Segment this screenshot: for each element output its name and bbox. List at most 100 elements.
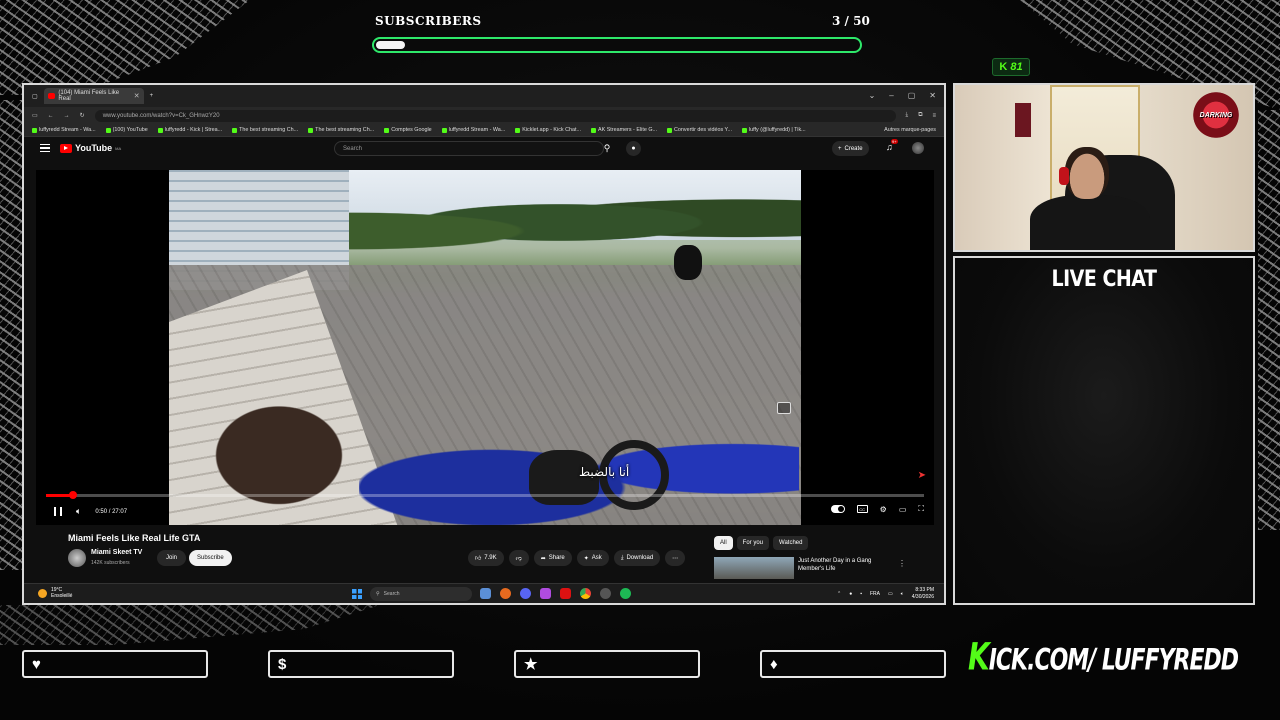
bookmark-item[interactable]: Comptes Google [384,127,432,133]
fullscreen-icon[interactable]: ⛶ [918,504,924,514]
filter-chip[interactable]: For you [736,536,770,550]
close-tab-icon[interactable]: ✕ [134,92,140,100]
file-explorer-icon[interactable] [480,588,491,599]
video-frame[interactable]: أنا بالضبط [169,170,801,525]
chrome-icon[interactable] [580,588,591,599]
language-indicator[interactable]: FRA [870,591,880,597]
video-player[interactable]: أنا بالضبط ➤ 🔈︎ 0:50 / 27:07 CC ⚙ ▭ ⛶ [36,170,934,525]
bookmark-item[interactable]: Convertir des vidéos Y... [667,127,732,133]
firefox-icon[interactable] [500,588,511,599]
filter-chip[interactable]: All [714,536,733,550]
channel-name[interactable]: Miami Skeet TV [91,549,142,556]
channel-avatar[interactable] [68,549,86,567]
subscribers-label: SUBSCRIBERS [375,14,482,28]
ask-button[interactable]: ✦ Ask [576,550,609,566]
video-scrubber[interactable] [69,491,78,499]
sketch-art-left [0,100,22,570]
weather-widget[interactable]: 19°C Ensoleillé [38,587,72,599]
bookmark-item[interactable]: Kicklet.app - Kick Chat... [515,127,581,133]
stream-overlay: SUBSCRIBERS 3 / 50 K 81 ▢ (104) Miami Fe… [0,0,1280,720]
forward-icon[interactable]: → [64,113,70,119]
miniplayer-icon[interactable] [777,402,791,414]
pause-icon[interactable] [54,507,62,516]
maximize-icon[interactable]: ▢ [908,91,916,100]
app-icon[interactable] [540,588,551,599]
webcam-feed: DARKING [953,83,1255,252]
bookmark-favicon-icon [308,127,314,133]
tray-app-icon[interactable]: ▪ [860,591,862,597]
recommended-video-thumbnail[interactable] [714,557,794,579]
url-field[interactable]: www.youtube.com/watch?v=Ck_GHnwzY20 [94,109,896,122]
share-button[interactable]: ➦ Share [533,550,572,566]
discord-icon[interactable] [520,588,531,599]
youtube-search-input[interactable]: Search [334,141,604,156]
spotify-icon[interactable] [620,588,631,599]
obs-icon[interactable] [600,588,611,599]
speaker-icon[interactable]: 🔈︎ [901,591,904,597]
dislike-button[interactable]: 👎︎ [508,550,529,566]
tab-title: (104) Miami Feels Like Real [58,90,120,102]
hamburger-menu-icon[interactable] [40,144,50,152]
sketch-art-bottom-left [0,605,380,645]
settings-gear-icon[interactable]: ⚙ [880,505,887,514]
bookmark-label: luffy (@luffyredd) | Tik... [748,127,806,133]
bookmark-item[interactable]: AK Streamers - Elite G... [591,127,657,133]
menu-icon[interactable]: ≡ [932,113,936,119]
sun-icon [38,588,47,598]
join-button[interactable]: Join [157,550,187,566]
extensions-icon[interactable]: ⧉ [918,112,922,119]
tab-menu-icon[interactable]: ▢ [32,93,38,100]
weather-desc: Ensoleillé [51,593,73,599]
minimize-icon[interactable]: – [889,91,893,100]
recommended-more-icon[interactable]: ⋮ [898,559,906,568]
video-progress-bar[interactable] [46,491,924,499]
browser-tab-youtube[interactable]: (104) Miami Feels Like Real ✕ [43,88,144,104]
filter-chip[interactable]: Watched [773,536,809,550]
adobe-icon[interactable] [560,588,571,599]
theater-mode-icon[interactable]: ▭ [899,505,907,514]
mic-icon[interactable]: ● [849,591,852,597]
subscribe-button[interactable]: Subscribe [189,550,232,566]
more-actions-icon[interactable]: ⋯ [665,550,686,566]
autoplay-toggle[interactable] [830,505,845,513]
taskbar-search[interactable]: ⚲ Search [370,587,472,601]
windows-start-icon[interactable] [352,589,362,599]
back-icon[interactable]: ← [48,113,54,119]
dollar-icon: $ [278,655,287,673]
search-icon[interactable]: ⚲ [596,141,618,156]
bookmark-item[interactable]: The best streaming Ch... [232,127,298,133]
tray-chevron-icon[interactable]: ⌃ [837,591,841,597]
account-avatar[interactable] [912,142,924,154]
notifications-bell-icon[interactable]: ♫ 9+ [886,139,898,152]
recommended-video-title[interactable]: Just Another Day in a Gang Member's Life [798,557,898,573]
reload-icon[interactable]: ↻ [80,112,85,119]
social-box-drop: ♦ [760,650,946,678]
captions-icon[interactable]: CC [856,505,868,513]
microphone-icon[interactable]: ● [626,141,641,156]
download-button[interactable]: ⤓ Download [613,550,661,566]
new-tab-icon[interactable]: + [150,93,154,99]
share-icon: ➦ [540,555,546,562]
sidebar-toggle-icon[interactable]: ▭ [32,112,38,119]
bookmark-item[interactable]: (100) YouTube [105,127,148,133]
downloads-icon[interactable]: ⤓ [906,112,909,119]
network-icon[interactable]: ▭ [888,591,893,597]
close-window-icon[interactable]: ✕ [929,91,936,100]
recommendation-filters: All For you Watched [714,536,809,550]
bookmark-item[interactable]: luffyredd Stream - Wa... [441,127,505,133]
bookmark-item[interactable]: The best streaming Ch... [308,127,374,133]
other-bookmarks[interactable]: Autres marque-pages [884,127,936,133]
bookmark-item[interactable]: luffyredd - Kick | Strea... [157,127,222,133]
player-controls-left: 🔈︎ 0:50 / 27:07 [54,506,127,517]
youtube-logo[interactable]: YouTube MA [60,143,121,153]
subscribers-goal-fill [376,41,405,49]
tab-search-icon[interactable]: ⌄ [869,91,876,100]
clock[interactable]: 8:33 PM 4/30/2026 [912,587,934,601]
like-button[interactable]: 👍︎ 7.9K [468,550,504,566]
bookmark-item[interactable]: luffyredd Stream - Wa... [32,127,96,133]
create-button[interactable]: + Create [832,141,869,156]
sparkle-icon: ✦ [583,555,589,562]
thumbs-up-icon: 👍︎ [475,556,482,562]
volume-icon[interactable]: 🔈︎ [76,506,81,517]
bookmark-item[interactable]: luffy (@luffyredd) | Tik... [741,127,806,133]
